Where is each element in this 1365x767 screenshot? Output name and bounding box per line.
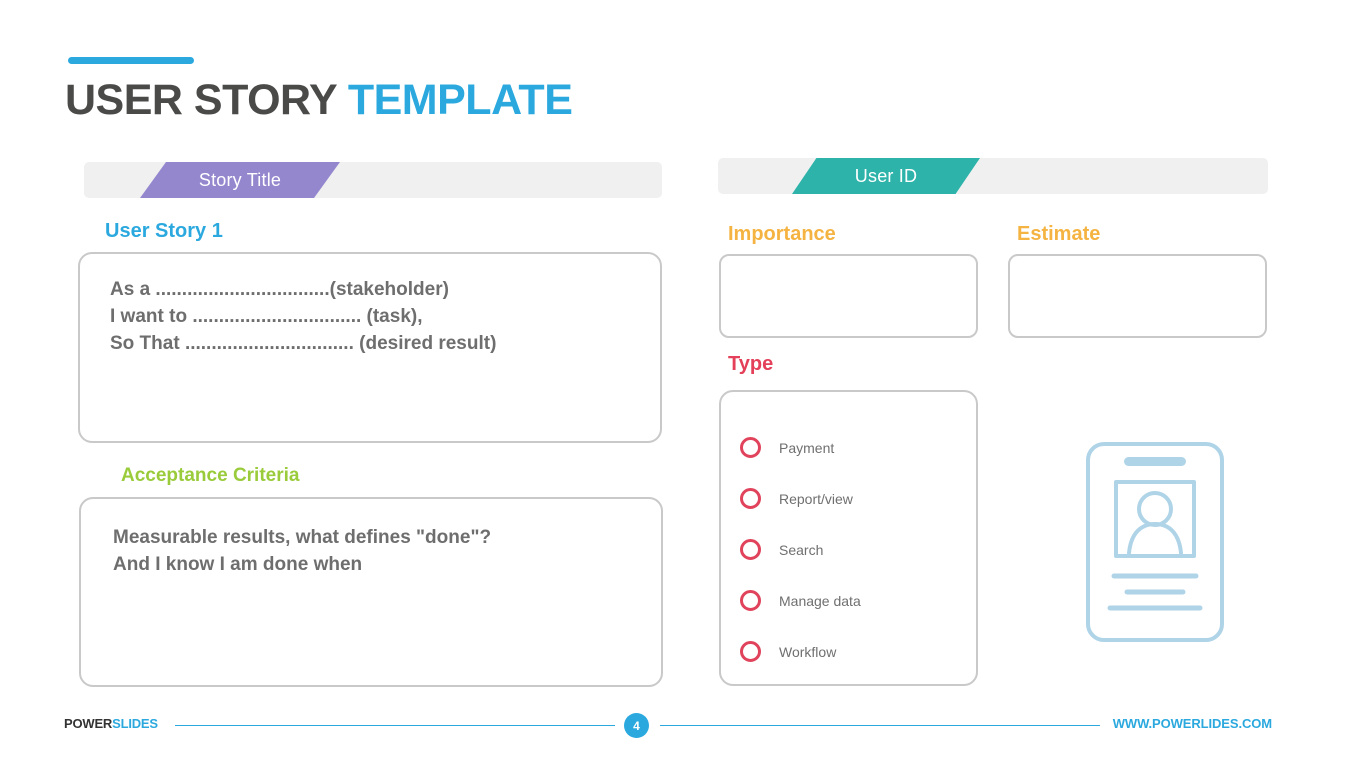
page-title-primary: USER STORY xyxy=(65,76,337,124)
story-title-tag: Story Title xyxy=(140,162,340,198)
user-story-text: As a .................................(s… xyxy=(110,279,497,354)
acceptance-criteria-text: Measurable results, what defines "done"?… xyxy=(113,527,492,575)
radio-icon[interactable] xyxy=(740,437,761,458)
story-title-banner: Story Title xyxy=(84,162,662,198)
footer-divider-right xyxy=(660,725,1100,726)
type-option-label: Report/view xyxy=(779,490,853,507)
type-option-list: Payment Report/view Search Manage data W… xyxy=(719,390,978,686)
id-badge-icon xyxy=(1084,440,1226,644)
brand-logo-primary: POWER xyxy=(64,716,113,731)
page-title-accent: TEMPLATE xyxy=(347,76,573,124)
page-title: USER STORY TEMPLATE xyxy=(65,72,573,128)
type-option-manage-data[interactable]: Manage data xyxy=(719,575,978,626)
type-option-label: Workflow xyxy=(779,643,837,660)
estimate-label: Estimate xyxy=(1017,223,1101,245)
type-label: Type xyxy=(728,353,774,375)
title-accent-bar xyxy=(68,57,194,64)
acceptance-criteria-label: Acceptance Criteria xyxy=(121,465,300,486)
radio-icon[interactable] xyxy=(740,641,761,662)
importance-field[interactable] xyxy=(719,254,978,338)
type-option-label: Search xyxy=(779,541,824,558)
brand-logo: POWERSLIDES xyxy=(64,716,158,731)
slide-canvas: USER STORY TEMPLATE Story Title User ID … xyxy=(0,0,1365,767)
radio-icon[interactable] xyxy=(740,590,761,611)
user-id-banner: User ID xyxy=(718,158,1268,194)
page-number-badge: 4 xyxy=(624,713,649,738)
importance-label: Importance xyxy=(728,223,836,245)
user-id-tag: User ID xyxy=(792,158,980,194)
type-option-report-view[interactable]: Report/view xyxy=(719,473,978,524)
estimate-field[interactable] xyxy=(1008,254,1267,338)
footer-divider-left xyxy=(175,725,615,726)
type-option-label: Manage data xyxy=(779,592,861,609)
user-story-label: User Story 1 xyxy=(105,220,223,242)
footer-website-link[interactable]: WWW.POWERLIDES.COM xyxy=(1113,716,1272,731)
radio-icon[interactable] xyxy=(740,488,761,509)
type-option-search[interactable]: Search xyxy=(719,524,978,575)
type-option-label: Payment xyxy=(779,439,835,456)
type-option-payment[interactable]: Payment xyxy=(719,422,978,473)
radio-icon[interactable] xyxy=(740,539,761,560)
brand-logo-accent: SLIDES xyxy=(112,716,158,731)
type-option-workflow[interactable]: Workflow xyxy=(719,626,978,677)
